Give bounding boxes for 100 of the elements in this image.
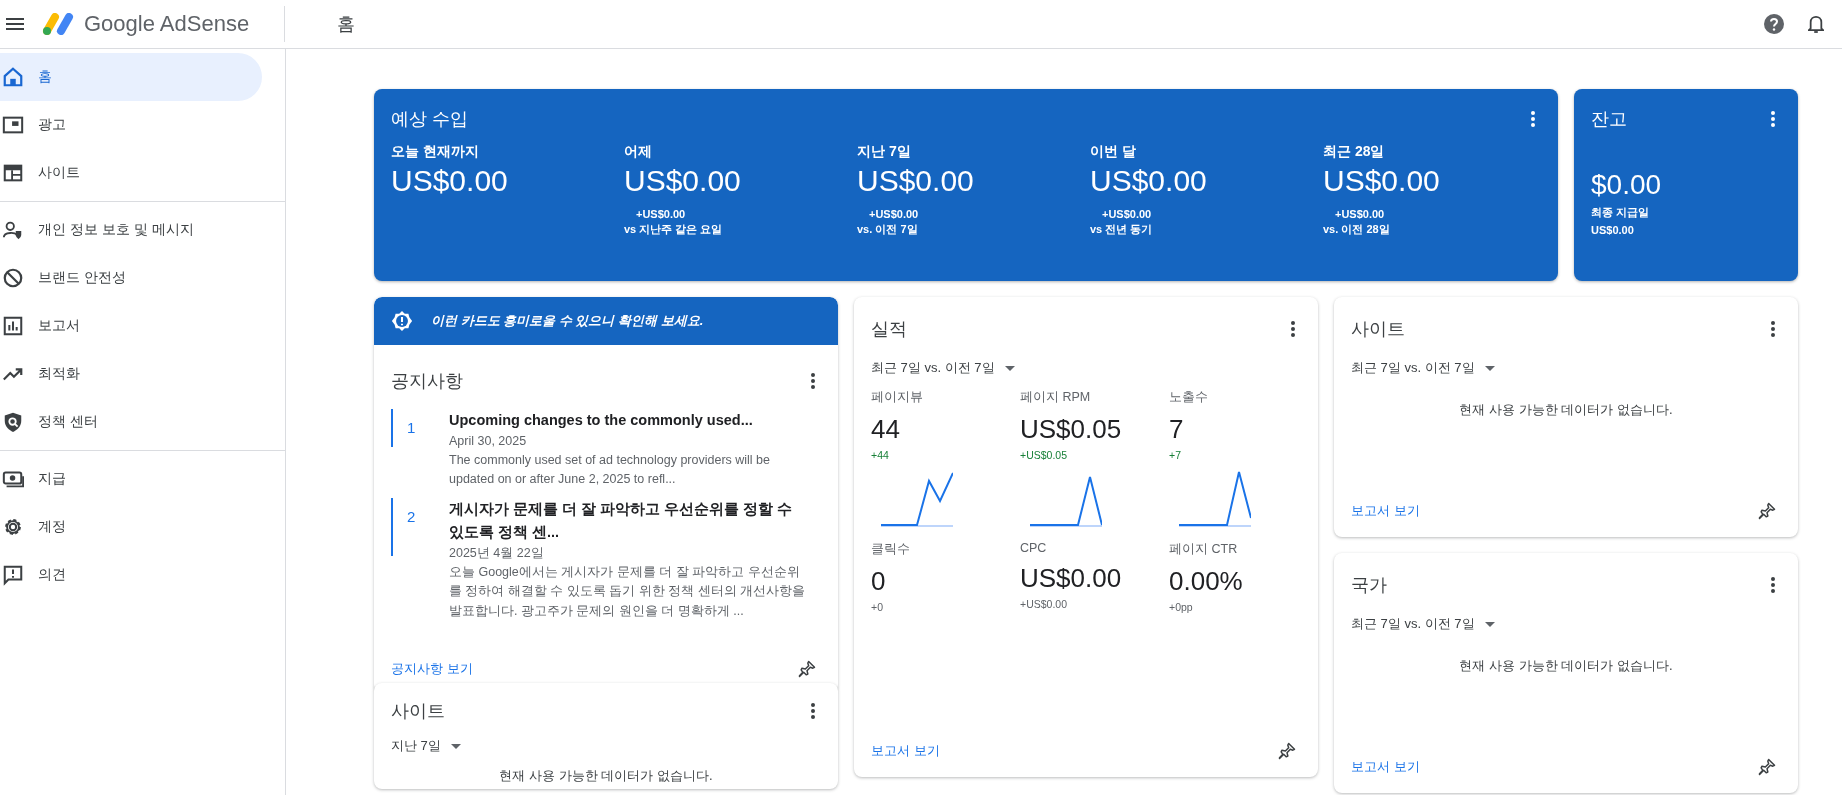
metric-value: US$0.05 bbox=[1020, 414, 1123, 445]
nav-item[interactable]: 브랜드 안전성 bbox=[0, 254, 262, 302]
banner-text: 이런 카드도 흥미로울 수 있으니 확인해 보세요. bbox=[431, 312, 704, 330]
nav-item[interactable]: 사이트 bbox=[0, 149, 262, 197]
nav-item[interactable]: 계정 bbox=[0, 503, 262, 551]
empty-message: 현재 사용 가능한 데이터가 없습니다. bbox=[1459, 402, 1673, 417]
earnings-amount: US$0.00 bbox=[1090, 164, 1208, 198]
metric-change: +US$0.05 bbox=[1020, 449, 1068, 461]
earnings-change: +US$0.00 bbox=[869, 208, 920, 220]
pin-icon[interactable] bbox=[797, 659, 817, 679]
nav-item[interactable]: 최적화 bbox=[0, 350, 262, 398]
alert-badge-icon bbox=[391, 310, 413, 332]
earnings-change: +US$0.00 bbox=[636, 208, 687, 220]
card-title: 공지사항 bbox=[391, 370, 463, 393]
earnings-change: +US$0.00 bbox=[1102, 208, 1153, 220]
date-range-dropdown[interactable]: 지난 7일 bbox=[391, 737, 461, 755]
bar-chart-icon bbox=[2, 315, 24, 337]
nav-item[interactable]: 지급 bbox=[0, 455, 262, 503]
logo-icon bbox=[42, 13, 76, 35]
metric-change: +0 bbox=[871, 601, 884, 613]
card-title: 국가 bbox=[1351, 574, 1387, 597]
metric-label: 노출수 bbox=[1169, 389, 1209, 406]
card-title: 예상 수입 bbox=[391, 108, 468, 131]
earnings-amount: US$0.00 bbox=[857, 164, 975, 198]
view-announcements-link[interactable]: 공지사항 보기 bbox=[391, 660, 473, 678]
comparison-label: vs 지난주 같은 요일 bbox=[624, 222, 724, 237]
announcement-date: April 30, 2025 bbox=[449, 433, 528, 451]
sparkline bbox=[1179, 471, 1251, 527]
more-icon[interactable] bbox=[1771, 577, 1775, 593]
ad-window-icon bbox=[2, 114, 24, 136]
card-title: 사이트 bbox=[1351, 318, 1405, 341]
metric-change: +0pp bbox=[1169, 601, 1194, 613]
date-range-dropdown[interactable]: 최근 7일 vs. 이전 7일 bbox=[1351, 359, 1495, 377]
view-report-link[interactable]: 보고서 보기 bbox=[1351, 758, 1420, 776]
nav-item[interactable]: 보고서 bbox=[0, 302, 262, 350]
more-icon[interactable] bbox=[1771, 111, 1775, 127]
announcement-number: 1 bbox=[407, 419, 416, 436]
last-payment-label: 최종 지급일 bbox=[1591, 205, 1651, 220]
help-icon[interactable] bbox=[1764, 14, 1784, 34]
card-title: 사이트 bbox=[391, 700, 445, 723]
caret-icon bbox=[1004, 365, 1015, 371]
nav-item[interactable]: 홈 bbox=[0, 53, 262, 101]
notification-bell-icon[interactable] bbox=[1808, 14, 1824, 34]
view-report-link[interactable]: 보고서 보기 bbox=[871, 742, 940, 760]
earnings-amount: US$0.00 bbox=[391, 164, 509, 198]
nav-item[interactable]: 의견 bbox=[0, 551, 262, 599]
earnings-amount: US$0.00 bbox=[1323, 164, 1441, 198]
period-label: 오늘 현재까지 bbox=[391, 143, 480, 161]
announcement-title[interactable]: Upcoming changes to the commonly used... bbox=[449, 409, 811, 433]
announcement-summary: The commonly used set of ad technology providers will be updated on or after June 2, 2025 to refl... bbox=[449, 451, 771, 489]
more-icon[interactable] bbox=[1771, 321, 1775, 337]
settings-icon bbox=[2, 516, 24, 538]
nav-item[interactable]: 광고 bbox=[0, 101, 262, 149]
metric-label: CPC bbox=[1020, 541, 1048, 555]
pin-icon[interactable] bbox=[1277, 741, 1297, 761]
more-icon[interactable] bbox=[1531, 111, 1535, 127]
nav-item[interactable]: 정책 센터 bbox=[0, 398, 262, 446]
announcement-title[interactable]: 게시자가 문제를 더 잘 파악하고 우선순위를 정할 수 있도록 정책 센... bbox=[449, 497, 811, 545]
comparison-label: vs. 이전 7일 bbox=[857, 222, 919, 237]
more-icon[interactable] bbox=[811, 373, 815, 389]
metric-label: 페이지 CTR bbox=[1169, 541, 1239, 558]
card-title: 잔고 bbox=[1591, 108, 1627, 131]
product-name: Google AdSense bbox=[84, 11, 250, 37]
earnings-amount: US$0.00 bbox=[624, 164, 742, 198]
pin-icon[interactable] bbox=[1757, 501, 1777, 521]
metric-change: +US$0.00 bbox=[1020, 598, 1068, 610]
period-label: 어제 bbox=[624, 143, 653, 161]
caret-icon bbox=[450, 743, 461, 749]
nav-item[interactable]: 개인 정보 보호 및 메시지 bbox=[0, 206, 262, 254]
period-label: 지난 7일 bbox=[857, 143, 912, 161]
card-title: 실적 bbox=[871, 318, 907, 341]
pin-icon[interactable] bbox=[1757, 757, 1777, 777]
metric-value: 7 bbox=[1169, 414, 1185, 445]
announcement-summary: 오늘 Google에서는 게시자가 문제를 더 잘 파악하고 우선순위를 정하여 해결할 수 있도록 돕기 위한 정책 센터의 개선사항을 발표합니다. 광고주가 문제의 원인을 더 명확하게 ... bbox=[449, 563, 807, 620]
view-report-link[interactable]: 보고서 보기 bbox=[1351, 502, 1420, 520]
metric-label: 페이지뷰 bbox=[871, 389, 924, 406]
page-title: 홈 bbox=[337, 13, 355, 36]
more-icon[interactable] bbox=[811, 703, 815, 719]
metric-change: +44 bbox=[871, 449, 890, 461]
empty-message: 현재 사용 가능한 데이터가 없습니다. bbox=[499, 768, 713, 783]
shield-search-icon bbox=[2, 411, 24, 433]
caret-icon bbox=[1484, 365, 1495, 371]
metric-label: 페이지 RPM bbox=[1020, 389, 1092, 406]
balance-amount: $0.00 bbox=[1591, 169, 1663, 201]
site-layout-icon bbox=[2, 162, 24, 184]
metric-value: 0.00% bbox=[1169, 566, 1244, 597]
metric-label: 클릭수 bbox=[871, 541, 911, 558]
menu-icon[interactable] bbox=[6, 18, 24, 30]
date-range-dropdown[interactable]: 최근 7일 vs. 이전 7일 bbox=[871, 359, 1015, 377]
caret-icon bbox=[1484, 621, 1495, 627]
earnings-change: +US$0.00 bbox=[1335, 208, 1386, 220]
more-icon[interactable] bbox=[1291, 321, 1295, 337]
comparison-label: vs. 이전 28일 bbox=[1323, 222, 1391, 237]
person-shield-icon bbox=[2, 219, 24, 241]
empty-message: 현재 사용 가능한 데이터가 없습니다. bbox=[1459, 658, 1673, 673]
sparkline bbox=[881, 471, 953, 527]
date-range-dropdown[interactable]: 최근 7일 vs. 이전 7일 bbox=[1351, 615, 1495, 633]
metric-change: +7 bbox=[1169, 449, 1182, 461]
metric-value: US$0.00 bbox=[1020, 563, 1123, 594]
block-icon bbox=[2, 267, 24, 289]
